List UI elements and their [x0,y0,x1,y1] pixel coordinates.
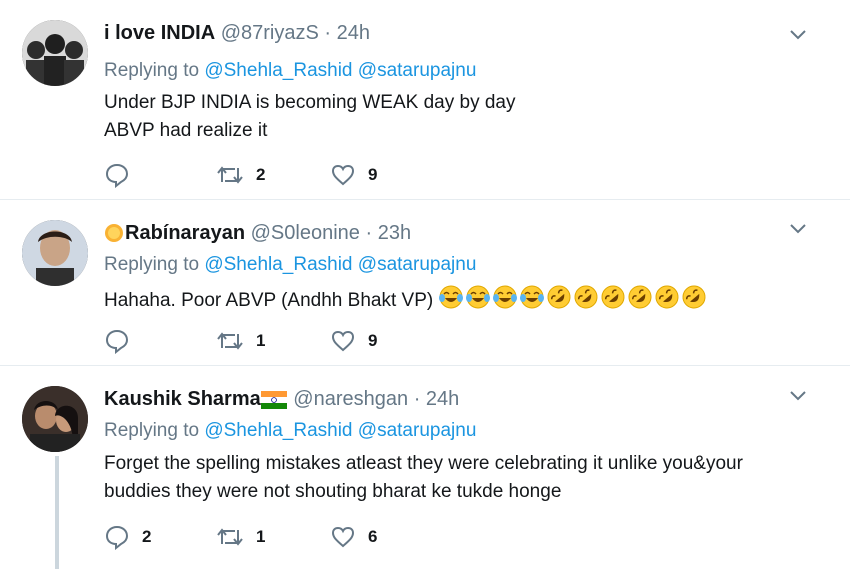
chevron-down-icon[interactable] [790,30,806,40]
replying-to: Replying to @Shehla_Rashid @satarupajnu [104,252,476,278]
face-with-tears-of-joy-emoji-icon [439,285,464,309]
like-icon [331,526,355,548]
retweet-button[interactable]: 2 [216,162,265,188]
mention-link[interactable]: @satarupajnu [358,420,477,441]
user-handle[interactable]: @nareshgan [293,388,408,410]
tweet-actions: 1 9 [104,328,504,354]
tweet-text-line: ABVP had realize it [104,120,268,141]
display-name[interactable]: Kaushik Sharma [104,388,261,410]
reply-button[interactable] [104,162,142,188]
reply-icon [105,329,129,354]
retweet-icon [217,166,243,184]
sun-emoji-icon [105,224,123,242]
separator-dot: · [324,22,332,44]
tweet-card[interactable]: Kaushik Sharma @nareshgan · 24h Replying… [0,366,850,569]
rolling-on-floor-laughing-emoji-icon [682,285,706,309]
tweet-actions: 2 1 6 [104,524,504,550]
mention-link[interactable]: @Shehla_Rashid [204,60,352,81]
tweet-text-line: buddies they were not shouting bharat ke… [104,481,562,502]
rolling-on-floor-laughing-emoji-icon [574,285,598,309]
like-icon [331,330,355,352]
tweet-text-line: Forget the spelling mistakes atleast the… [104,453,743,474]
rolling-on-floor-laughing-emoji-icon [628,285,652,309]
like-count: 9 [368,165,378,184]
reply-button[interactable]: 2 [104,524,151,550]
like-button[interactable]: 9 [330,162,377,188]
retweet-button[interactable]: 1 [216,328,265,354]
replying-to: Replying to @Shehla_Rashid @satarupajnu [104,418,476,444]
retweet-button[interactable]: 1 [216,524,265,550]
retweet-icon [217,528,243,546]
thread-line [55,456,59,569]
timestamp[interactable]: 23h [378,222,411,244]
replying-prefix: Replying to [104,420,200,441]
user-handle[interactable]: @S0leonine [251,222,360,244]
mention-link[interactable]: @satarupajnu [358,254,477,275]
avatar[interactable] [22,386,88,452]
face-with-tears-of-joy-emoji-icon [493,285,518,309]
avatar[interactable] [22,220,88,286]
reply-feed: i love INDIA @87riyazS · 24h Replying to… [0,0,850,569]
mention-link[interactable]: @Shehla_Rashid [204,254,352,275]
user-handle[interactable]: @87riyazS [221,22,319,44]
like-icon [331,164,355,186]
tweet-card[interactable]: i love INDIA @87riyazS · 24h Replying to… [0,0,850,200]
mention-link[interactable]: @satarupajnu [358,60,477,81]
reply-button[interactable] [104,328,142,354]
emoji-row [438,285,708,311]
reply-icon [105,525,129,550]
display-name[interactable]: Rabínarayan [125,222,245,244]
tweet-text: Hahaha. Poor ABVP (Andhh Bhakt VP) [104,284,708,315]
avatar[interactable] [22,20,88,86]
chevron-down-icon[interactable] [790,391,806,401]
mention-link[interactable]: @Shehla_Rashid [204,420,352,441]
tweet-actions: 2 9 [104,162,504,188]
retweet-icon [217,332,243,350]
india-flag-icon [260,391,287,409]
retweet-count: 1 [256,527,266,546]
replying-to: Replying to @Shehla_Rashid @satarupajnu [104,58,476,84]
tweet-text-line: Hahaha. Poor ABVP (Andhh Bhakt VP) [104,290,434,311]
tweet-card[interactable]: Rabínarayan @S0leonine · 23h Replying to… [0,200,850,366]
retweet-count: 1 [256,331,266,350]
separator-dot: · [365,222,373,244]
face-with-tears-of-joy-emoji-icon [520,285,545,309]
like-button[interactable]: 9 [330,328,377,354]
chevron-down-icon[interactable] [790,224,806,234]
replying-prefix: Replying to [104,254,200,275]
separator-dot: · [413,388,421,410]
display-name[interactable]: i love INDIA [104,22,215,44]
tweet-header: i love INDIA @87riyazS · 24h [104,20,370,46]
replying-prefix: Replying to [104,60,200,81]
like-count: 6 [368,527,378,546]
reply-icon [105,163,129,188]
face-with-tears-of-joy-emoji-icon [466,285,491,309]
tweet-header: Kaushik Sharma @nareshgan · 24h [104,386,459,412]
like-count: 9 [368,331,378,350]
tweet-text-line: Under BJP INDIA is becoming WEAK day by … [104,92,516,113]
like-button[interactable]: 6 [330,524,377,550]
reply-count: 2 [142,527,152,546]
rolling-on-floor-laughing-emoji-icon [547,285,571,309]
timestamp[interactable]: 24h [337,22,370,44]
timestamp[interactable]: 24h [426,388,459,410]
tweet-header: Rabínarayan @S0leonine · 23h [104,220,411,246]
retweet-count: 2 [256,165,266,184]
rolling-on-floor-laughing-emoji-icon [655,285,679,309]
rolling-on-floor-laughing-emoji-icon [601,285,625,309]
